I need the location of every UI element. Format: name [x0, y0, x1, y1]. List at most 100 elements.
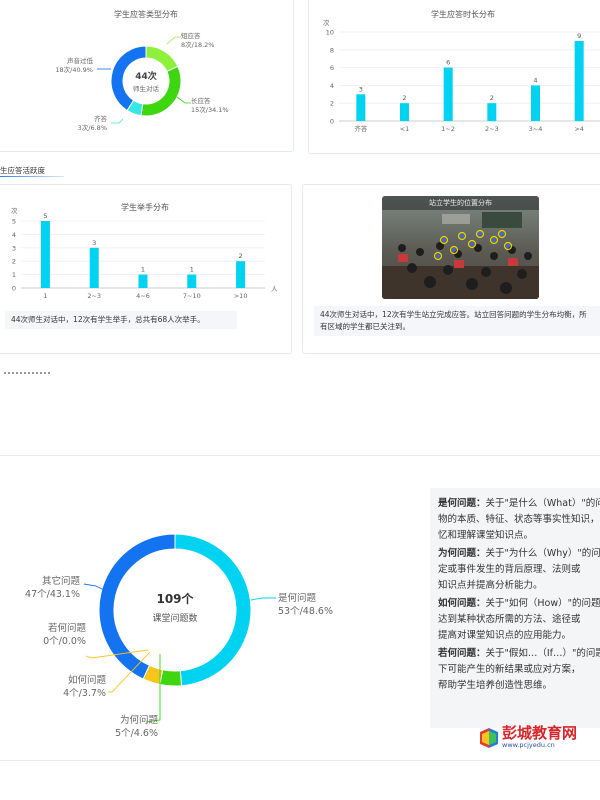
hand-raise-bar-value: 1 [190, 266, 194, 274]
answer-duration-ytick: 4 [330, 82, 334, 90]
label-chorus-answer: 齐答 [94, 114, 108, 123]
question-center-value: 109个 [156, 591, 194, 606]
seat-map-note: 44次师生对话中，12次有学生站立完成应答。站立回答问题的学生分布均衡，所 有区… [314, 306, 600, 336]
desc-if: 若何问题：关于"假如…（If…）"的问题， 下可能产生的新结果或应对方案， 帮助… [438, 646, 600, 694]
answer-type-card: 学生应答类型分布 44次 师生对话 短应答 8次/18.2% 长应答 15次/3… [0, 0, 294, 152]
answer-duration-ylabel: 次 [323, 18, 330, 27]
answer-duration-ytick: 0 [330, 118, 334, 126]
hand-raise-bar [138, 274, 148, 288]
hand-raise-bar-value: 2 [239, 252, 243, 260]
desc-if-term: 若何问题： [438, 648, 486, 659]
hand-raise-card: 学生举手分布 次 人 0 1 2 3 4 5 5 1 3 2~3 1 4~6 1 7~10 2 >10 44次… [0, 184, 292, 354]
label-other-question: 其它问题 [42, 575, 81, 587]
desc-why: 为何问题：关于"为什么（Why）"的问题， 定或事件发生的背后原理、法则或 知识… [438, 546, 600, 594]
answer-duration-ytick: 10 [326, 29, 334, 37]
logo-url: www.pcjyedu.cn [502, 741, 555, 749]
answer-duration-ytick: 6 [330, 64, 334, 72]
question-center-label: 课堂问题数 [152, 612, 197, 624]
hand-raise-bar-value: 3 [92, 239, 96, 247]
hand-raise-bar-chart: 次 人 0 1 2 3 4 5 5 1 3 2~3 1 4~6 1 7~10 2 >10 [11, 206, 278, 300]
hand-raise-ytick: 2 [12, 258, 16, 266]
label-long-answer-value: 15次/34.1% [191, 105, 229, 114]
hand-raise-bar [40, 221, 50, 288]
answer-duration-bar-value: 9 [577, 32, 581, 40]
question-type-description-panel: 是何问题：关于"是什么（What）"的问题， 物的本质、特征、状态等事实性知识，… [430, 488, 600, 728]
desc-why-line1: 关于"为什么（Why）"的问题， [485, 548, 600, 559]
answer-duration-xtick: <1 [400, 125, 410, 133]
label-if-question-value: 0个/0.0% [43, 636, 86, 647]
hand-raise-ytick: 3 [12, 244, 16, 252]
hand-raise-xtick: >10 [234, 292, 248, 300]
hand-raise-xtick: 7~10 [183, 292, 201, 300]
classroom-heatmap-image: 站立学生的位置分布 [382, 196, 539, 299]
label-low-voice-value: 18次/40.9% [55, 65, 93, 74]
hand-raise-bar-value: 1 [141, 266, 145, 274]
label-short-answer-value: 8次/18.2% [181, 40, 214, 49]
answer-duration-xtick: 齐答 [354, 124, 368, 133]
answer-duration-bar-value: 3 [359, 85, 363, 93]
hand-raise-ytick: 4 [12, 231, 16, 239]
answer-duration-card: 学生应答时长分布 次 0 2 4 6 8 10 3 齐答 2 <1 6 1~2 2 2~3 4 3~4 9 >4 [308, 0, 600, 154]
label-why-question: 为何问题 [120, 714, 159, 726]
hand-raise-ylabel: 次 [11, 206, 18, 215]
desc-what-term: 是何问题： [438, 498, 486, 509]
classroom-scene [382, 212, 539, 299]
label-if-question: 若何问题 [48, 622, 87, 634]
desc-how-term: 如何问题： [438, 598, 486, 609]
answer-duration-xtick: 2~3 [485, 125, 499, 133]
seat-map-note-line2: 有区域的学生都已关注到。 [320, 322, 410, 331]
desc-how-line1: 关于"如何（How）"的问题， [485, 598, 600, 609]
desc-why-line3: 知识点并提高分析能力。 [438, 580, 543, 591]
desc-if-line2: 下可能产生的新结果或应对方案， [438, 664, 581, 675]
desc-what: 是何问题：关于"是什么（What）"的问题， 物的本质、特征、状态等事实性知识，… [438, 496, 600, 544]
label-low-voice: 声音过低 [67, 56, 94, 65]
desc-what-line3: 忆和理解课堂知识点。 [438, 530, 534, 541]
desc-how: 如何问题：关于"如何（How）"的问题， 达到某种状态所需的方法、途径或 提高对… [438, 596, 600, 644]
logo-name: 彭城教育网 [502, 724, 578, 742]
question-type-donut-chart: 109个 课堂问题数 是何问题 53个/48.6% 其它问题 47个/43.1%… [25, 533, 333, 739]
hand-raise-xlabel: 人 [271, 285, 278, 293]
answer-duration-bar-value: 4 [533, 76, 537, 84]
hand-raise-bar [236, 261, 246, 288]
hand-raise-ytick: 0 [12, 285, 16, 293]
clipped-section-heading [4, 370, 50, 374]
desc-how-line2: 达到某种状态所需的方法、途径或 [438, 614, 581, 625]
answer-duration-ytick: 8 [330, 46, 334, 54]
label-chorus-answer-value: 3次/6.8% [78, 123, 107, 132]
answer-type-center-label: 师生对话 [133, 84, 160, 93]
hand-raise-bar [89, 247, 99, 288]
question-type-slice-1 [159, 669, 183, 687]
desc-what-line2: 物的本质、特征、状态等事实性知识， [438, 514, 600, 525]
answer-duration-bar [531, 85, 540, 121]
label-other-question-value: 47个/43.1% [25, 589, 80, 600]
answer-duration-bar [400, 103, 409, 121]
desc-what-line1: 关于"是什么（What）"的问题， [485, 498, 600, 509]
desc-why-term: 为何问题： [438, 548, 486, 559]
label-what-question: 是何问题 [278, 592, 317, 604]
site-logo[interactable]: 彭城教育网 www.pcjyedu.cn [478, 722, 596, 752]
answer-duration-ytick: 2 [330, 100, 334, 108]
answer-duration-bar-chart: 次 0 2 4 6 8 10 3 齐答 2 <1 6 1~2 2 2~3 4 3~4 9 >4 [323, 18, 600, 133]
label-what-question-value: 53个/48.6% [278, 606, 333, 617]
answer-type-donut-chart: 44次 师生对话 短应答 8次/18.2% 长应答 15次/34.1% 齐答 3… [55, 31, 229, 132]
seat-map-note-line1: 44次师生对话中，12次有学生站立完成应答。站立回答问题的学生分布均衡，所 [320, 310, 587, 319]
question-type-slice-4 [98, 533, 176, 680]
label-short-answer: 短应答 [181, 31, 201, 40]
answer-type-center-value: 44次 [135, 70, 157, 82]
label-how-question: 如何问题 [68, 674, 107, 686]
hand-raise-xtick: 1 [43, 292, 47, 300]
answer-duration-bar [356, 94, 366, 121]
answer-duration-xtick: 3~4 [529, 125, 543, 133]
answer-duration-xtick: 1~2 [441, 125, 455, 133]
hand-raise-note: 44次师生对话中，12次有学生举手，总共有68人次举手。 [5, 311, 237, 329]
desc-why-line2: 定或事件发生的背后原理、法则或 [438, 564, 581, 575]
book-logo-icon [480, 728, 498, 748]
answer-type-slice-0 [145, 45, 179, 73]
hand-raise-ytick: 5 [12, 218, 16, 226]
label-why-question-value: 5个/4.6% [115, 728, 158, 739]
hand-raise-xtick: 4~6 [136, 292, 150, 300]
answer-duration-bar [574, 40, 584, 121]
section-activity-underline [0, 176, 64, 177]
answer-duration-bar-value: 2 [490, 94, 494, 102]
section-divider [0, 455, 600, 456]
